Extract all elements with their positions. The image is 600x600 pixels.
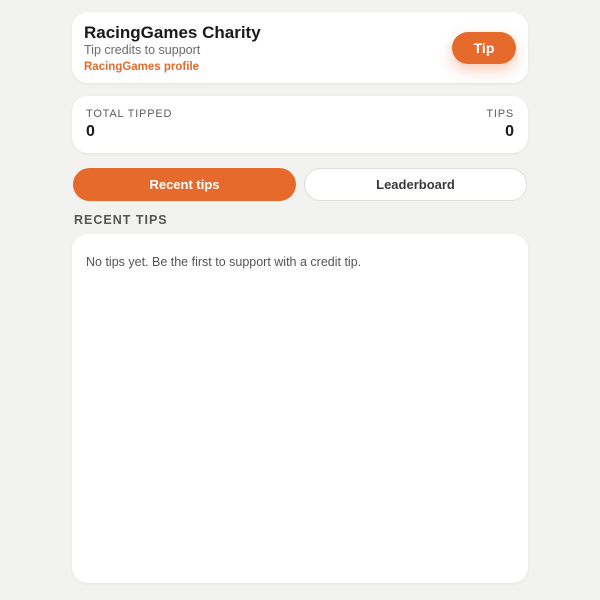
tips-count-value: 0 xyxy=(505,123,514,140)
charity-subtitle: Tip credits to support xyxy=(84,43,201,57)
total-tipped-label: TOTAL TIPPED xyxy=(86,108,173,120)
charity-title: RacingGames Charity xyxy=(84,23,261,42)
tab-leaderboard[interactable]: Leaderboard xyxy=(304,168,527,201)
tip-page: RacingGames Charity Tip credits to suppo… xyxy=(0,0,600,600)
tab-recent-tips[interactable]: Recent tips xyxy=(73,168,296,201)
stats-card: TOTAL TIPPED 0 TIPS 0 xyxy=(72,96,528,153)
charity-header-card: RacingGames Charity Tip credits to suppo… xyxy=(72,12,528,83)
recent-tips-heading: RECENT TIPS xyxy=(74,213,168,227)
empty-state-message: No tips yet. Be the first to support wit… xyxy=(86,255,362,269)
recent-tips-list: No tips yet. Be the first to support wit… xyxy=(72,234,528,583)
tips-count-label: TIPS xyxy=(486,108,514,120)
tip-button[interactable]: Tip xyxy=(452,32,516,64)
tips-tabs: Recent tips Leaderboard xyxy=(73,168,527,201)
total-tipped-value: 0 xyxy=(86,123,95,140)
profile-link[interactable]: RacingGames profile xyxy=(84,61,199,73)
